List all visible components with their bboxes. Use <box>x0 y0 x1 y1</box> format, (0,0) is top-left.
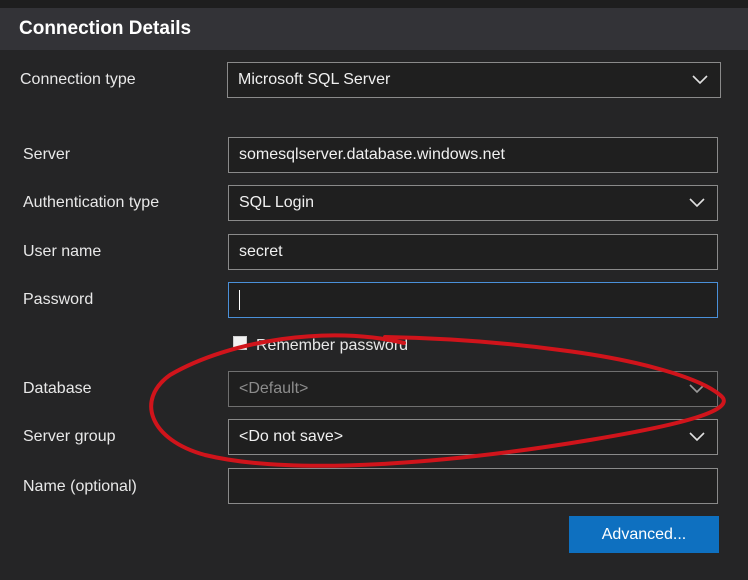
server-group-value: <Do not save> <box>239 428 344 445</box>
authentication-type-value: SQL Login <box>239 194 315 211</box>
server-group-select[interactable]: <Do not save> <box>228 419 718 455</box>
user-name-label: User name <box>23 243 102 260</box>
connection-type-value: Microsoft SQL Server <box>238 71 391 88</box>
advanced-button[interactable]: Advanced... <box>569 516 719 553</box>
connection-type-select[interactable]: Microsoft SQL Server <box>227 62 721 98</box>
user-name-value: secret <box>239 243 283 260</box>
top-strip <box>0 0 748 8</box>
database-select[interactable]: <Default> <box>228 371 718 407</box>
database-label: Database <box>23 380 92 397</box>
server-group-label: Server group <box>23 428 116 445</box>
chevron-down-icon <box>689 384 705 394</box>
server-label: Server <box>23 146 71 163</box>
password-input[interactable] <box>228 282 718 318</box>
database-placeholder: <Default> <box>239 380 309 397</box>
remember-password-label[interactable]: Remember password <box>256 337 408 355</box>
server-value: somesqlserver.database.windows.net <box>239 146 505 163</box>
page-title: Connection Details <box>19 18 192 39</box>
connection-details-header: Connection Details <box>0 8 748 50</box>
server-input[interactable]: somesqlserver.database.windows.net <box>228 137 718 173</box>
connection-type-label: Connection type <box>20 71 136 88</box>
chevron-down-icon <box>692 75 708 85</box>
user-name-input[interactable]: secret <box>228 234 718 270</box>
authentication-type-select[interactable]: SQL Login <box>228 185 718 221</box>
remember-password-checkbox[interactable] <box>233 336 247 350</box>
name-optional-label: Name (optional) <box>23 478 137 495</box>
password-label: Password <box>23 291 94 308</box>
chevron-down-icon <box>689 432 705 442</box>
advanced-button-label: Advanced... <box>601 525 687 543</box>
authentication-type-label: Authentication type <box>23 194 160 211</box>
name-optional-input[interactable] <box>228 468 718 504</box>
text-cursor <box>239 290 240 310</box>
chevron-down-icon <box>689 198 705 208</box>
